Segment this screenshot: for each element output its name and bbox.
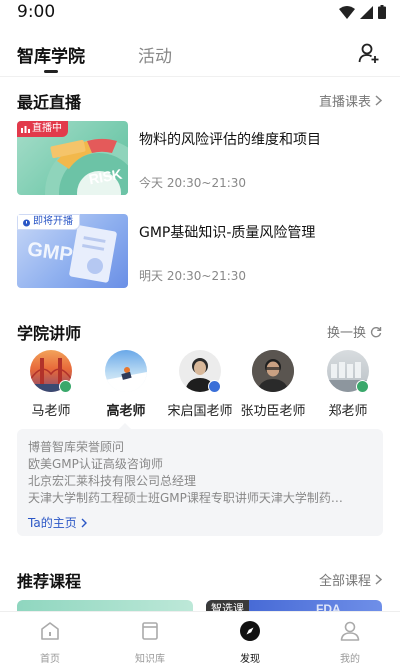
teacher-list: 马老师 高老师 宋启国老师 张功臣老师 郑老师 [0,350,400,420]
header-divider [0,76,400,77]
live-course-title: 物料的风险评估的维度和项目 [139,132,321,148]
alarm-icon [23,219,30,226]
nav-knowledge-label: 知识库 [135,654,165,665]
upcoming-thumbnail: GMP 即将开播 [17,214,128,288]
bio-line: 博普智库荣誉顾问 [28,440,125,454]
teacher-name: 宋启国老师 [167,404,233,419]
book-icon [142,622,158,640]
nav-home[interactable]: 首页 [20,620,80,665]
teacher-name: 高老师 [106,404,146,419]
tab-academy[interactable]: 智库学院 [17,42,85,67]
tab-active-indicator [44,70,58,73]
teacher-home-link[interactable]: Ta的主页 [28,514,87,531]
status-icons [339,5,386,19]
skier-photo [105,367,147,392]
live-card[interactable]: RISK 直播中 物料的风险评估的维度和项目 今天 20:30~21:30 [17,121,383,197]
teacher-name: 郑老师 [328,404,368,419]
verified-icon [356,380,369,393]
live-now-label: 直播中 [32,123,62,134]
nav-discover-label: 发现 [240,654,260,665]
nav-knowledge[interactable]: 知识库 [120,620,180,665]
chevron-right-icon [81,518,87,527]
upcoming-course-time: 明天 20:30~21:30 [139,269,247,283]
teacher-name: 张功臣老师 [240,404,306,419]
person-icon [340,621,360,641]
teacher-item[interactable]: 宋启国老师 [162,350,238,419]
live-schedule-label: 直播课表 [318,95,371,110]
live-course-time: 今天 20:30~21:30 [139,176,247,190]
bottom-nav: 首页 知识库 发现 我的 [0,611,400,666]
signal-icon [360,5,373,19]
refresh-teachers-button[interactable]: 换一换 [327,322,382,341]
live-schedule-link[interactable]: 直播课表 [319,91,382,110]
avatar [252,350,294,392]
verified-icon [59,380,72,393]
avatar [105,350,147,392]
teacher-item[interactable]: 郑老师 [310,350,386,419]
wifi-icon [339,5,355,19]
teacher-home-label: Ta的主页 [28,516,77,530]
chevron-right-icon [375,574,382,585]
tab-activities[interactable]: 活动 [138,42,172,67]
verified-icon [208,380,221,393]
gmp-text: GMP [26,238,74,266]
teacher-name: 马老师 [31,404,71,419]
teacher-item[interactable]: 张功臣老师 [235,350,311,419]
teacher-bio: 博普智库荣誉顾问 欧美GMP认证高级咨询师 北京宏汇莱科技有限公司总经理 天津大… [17,429,383,536]
refresh-label: 换一换 [326,326,366,341]
section-title-live: 最近直播 [17,93,82,112]
chevron-right-icon [375,95,382,106]
live-now-badge: 直播中 [17,121,68,137]
upcoming-badge: 即将开播 [17,214,80,230]
all-courses-label: 全部课程 [318,574,371,589]
nav-discover[interactable]: 发现 [220,620,280,665]
upcoming-course-title: GMP基础知识-质量风险管理 [139,225,316,241]
refresh-icon [370,326,382,337]
teacher-item[interactable]: 马老师 [13,350,89,419]
live-icon [21,126,30,133]
nav-home-label: 首页 [40,654,60,665]
nav-profile[interactable]: 我的 [320,620,380,665]
all-courses-link[interactable]: 全部课程 [319,570,382,589]
portrait-photo [252,350,294,392]
status-time: 9:00 [17,2,56,22]
compass-icon [240,621,260,641]
section-title-teachers: 学院讲师 [17,324,82,343]
live-thumbnail: RISK 直播中 [17,121,128,195]
top-tabs: 智库学院 活动 [0,36,400,76]
section-title-courses: 推荐课程 [17,572,82,591]
upcoming-card[interactable]: GMP 即将开播 GMP基础知识-质量风险管理 明天 20:30~21:30 [17,214,383,290]
nav-profile-label: 我的 [340,654,360,665]
upcoming-label: 即将开播 [33,216,73,227]
bio-line: 北京宏汇莱科技有限公司总经理 [28,474,197,488]
bio-line: 天津大学制药工程硕士班GMP课程专职讲师天津大学制药… [28,491,343,505]
battery-icon [378,5,386,19]
add-user-icon[interactable] [358,42,380,64]
bio-line: 欧美GMP认证高级咨询师 [28,457,163,471]
status-bar: 9:00 [0,0,400,26]
teacher-item-selected[interactable]: 高老师 [88,350,164,419]
home-icon [41,622,59,640]
